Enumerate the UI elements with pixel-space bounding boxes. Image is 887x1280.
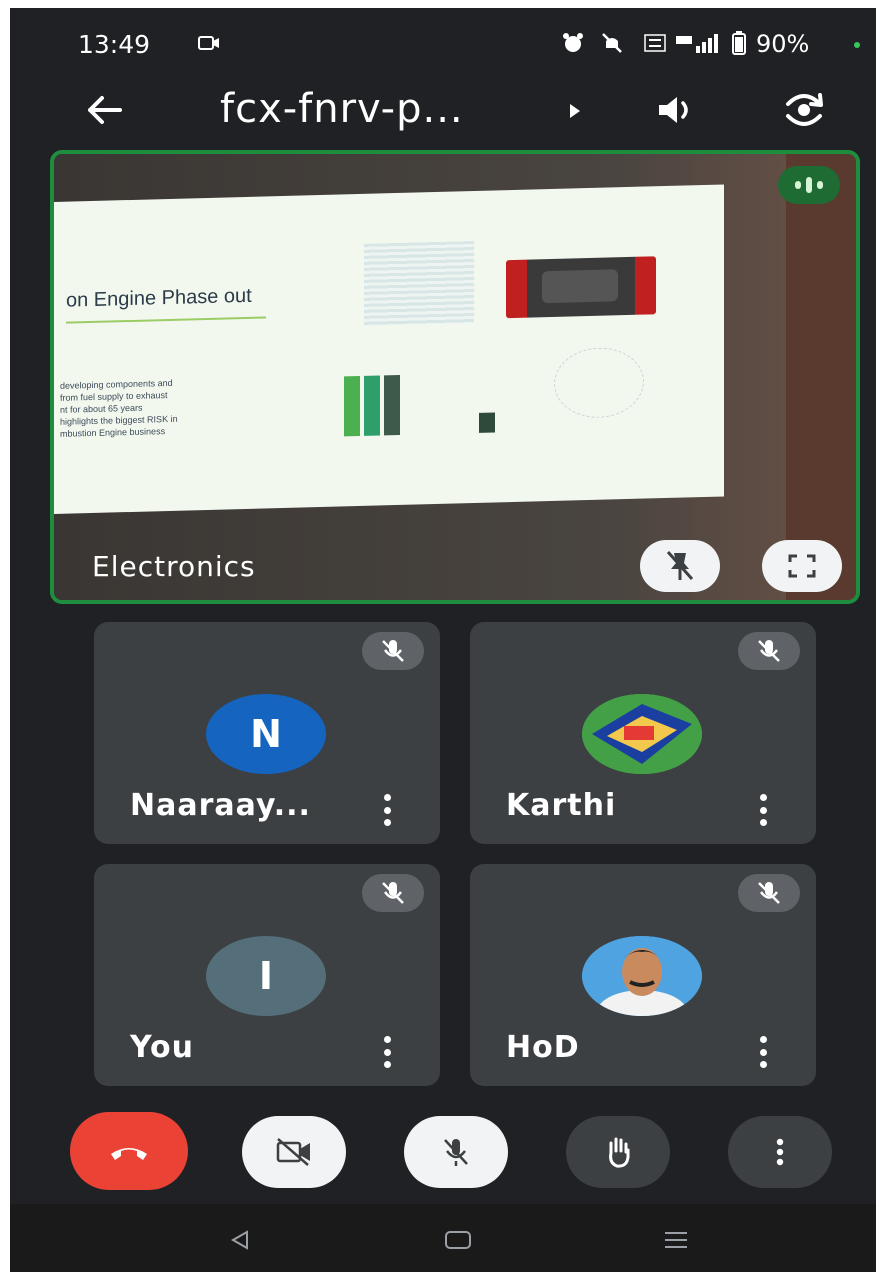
- meeting-header: fcx-fnrv-p...: [10, 78, 876, 142]
- participant-name: You: [130, 1030, 194, 1065]
- audio-output-button[interactable]: [650, 84, 702, 136]
- more-vert-icon: [776, 1138, 784, 1166]
- square-home-icon: [445, 1231, 471, 1249]
- switch-camera-icon: [786, 93, 823, 126]
- participant-name: HoD: [506, 1030, 580, 1065]
- fullscreen-icon: [788, 554, 816, 578]
- hang-up-icon: [111, 1148, 147, 1160]
- participant-more-button[interactable]: [756, 1036, 770, 1068]
- switch-camera-button[interactable]: [776, 84, 832, 136]
- battery-icon: [728, 31, 750, 55]
- slide-chart-bar: [344, 375, 360, 437]
- slide-engine-photo: [506, 256, 656, 319]
- speaker-icon: [659, 97, 688, 123]
- triangle-back-icon: [230, 1230, 248, 1250]
- meeting-code[interactable]: fcx-fnrv-p...: [220, 86, 464, 132]
- camera-off-icon: [276, 1138, 310, 1166]
- slide-chart-bar: [479, 412, 495, 433]
- participant-more-button[interactable]: [380, 1036, 394, 1068]
- arrow-left-icon: [88, 96, 122, 124]
- mic-toggle-button[interactable]: [404, 1116, 508, 1188]
- meeting-details-caret-icon[interactable]: [570, 104, 580, 118]
- slide-diagram: [554, 346, 644, 419]
- avatar: [582, 936, 702, 1016]
- avatar-image: [582, 694, 702, 774]
- alarm-icon: [562, 32, 584, 54]
- slide-underline: [66, 316, 266, 324]
- nav-back-button[interactable]: [220, 1226, 260, 1254]
- raise-hand-icon: [609, 1137, 630, 1168]
- participant-tile[interactable]: N Naaraay...: [94, 622, 440, 844]
- mic-off-icon: [758, 640, 780, 662]
- slide-chart-bar: [384, 374, 400, 436]
- room-pillar: [786, 154, 856, 600]
- participant-name: Karthi: [506, 788, 617, 823]
- unpin-icon: [666, 551, 694, 580]
- slide-text-block: [364, 241, 474, 326]
- mute-notifications-icon: [600, 32, 624, 54]
- mic-off-icon: [758, 882, 780, 904]
- participant-more-button[interactable]: [756, 794, 770, 826]
- slide-chart-bar: [364, 375, 380, 436]
- avatar: N: [206, 694, 326, 774]
- back-button[interactable]: [78, 84, 130, 136]
- nav-recents-button[interactable]: [656, 1226, 696, 1254]
- participant-more-button[interactable]: [380, 794, 394, 826]
- mic-off-icon: [444, 1139, 468, 1166]
- speaking-indicator: [778, 166, 840, 204]
- participant-tile[interactable]: I You: [94, 864, 440, 1086]
- more-options-button[interactable]: [728, 1116, 832, 1188]
- avatar-image: [582, 936, 702, 1016]
- raise-hand-button[interactable]: [566, 1116, 670, 1188]
- status-bar: 13:49 90%: [10, 8, 876, 76]
- participant-tile[interactable]: Karthi: [470, 622, 816, 844]
- battery-percent: 90%: [756, 30, 810, 58]
- mic-off-badge: [362, 874, 424, 912]
- nav-home-button[interactable]: [438, 1226, 478, 1254]
- status-time: 13:49: [78, 30, 151, 59]
- slide-bullets: developing components and from fuel supp…: [60, 374, 280, 440]
- avatar: [582, 694, 702, 774]
- privacy-indicator-dot: [854, 42, 860, 48]
- camera-toggle-button[interactable]: [242, 1116, 346, 1188]
- presentation-tile[interactable]: on Engine Phase out developing component…: [50, 150, 860, 604]
- volte-icon: [640, 32, 670, 54]
- mic-off-badge: [738, 874, 800, 912]
- mic-off-badge: [738, 632, 800, 670]
- mic-off-badge: [362, 632, 424, 670]
- slide-title: on Engine Phase out: [66, 284, 252, 312]
- unpin-button[interactable]: [640, 540, 720, 592]
- avatar: I: [206, 936, 326, 1016]
- participant-name: Naaraay...: [130, 788, 311, 823]
- presenter-name: Electronics: [92, 550, 256, 583]
- call-controls: [10, 1106, 876, 1202]
- cast-icon: [198, 32, 220, 54]
- projected-slide: on Engine Phase out developing component…: [54, 184, 724, 514]
- system-nav-bar: [10, 1204, 876, 1272]
- fullscreen-button[interactable]: [762, 540, 842, 592]
- end-call-button[interactable]: [70, 1112, 188, 1190]
- phone-screen: 13:49 90% fcx-fnrv-p... on Engine Phase …: [10, 8, 876, 1272]
- slide-chart: [294, 350, 514, 456]
- mic-off-icon: [382, 882, 404, 904]
- mic-off-icon: [382, 640, 404, 662]
- participant-tile[interactable]: HoD: [470, 864, 816, 1086]
- menu-lines-icon: [665, 1232, 687, 1248]
- signal-icon: [674, 32, 722, 54]
